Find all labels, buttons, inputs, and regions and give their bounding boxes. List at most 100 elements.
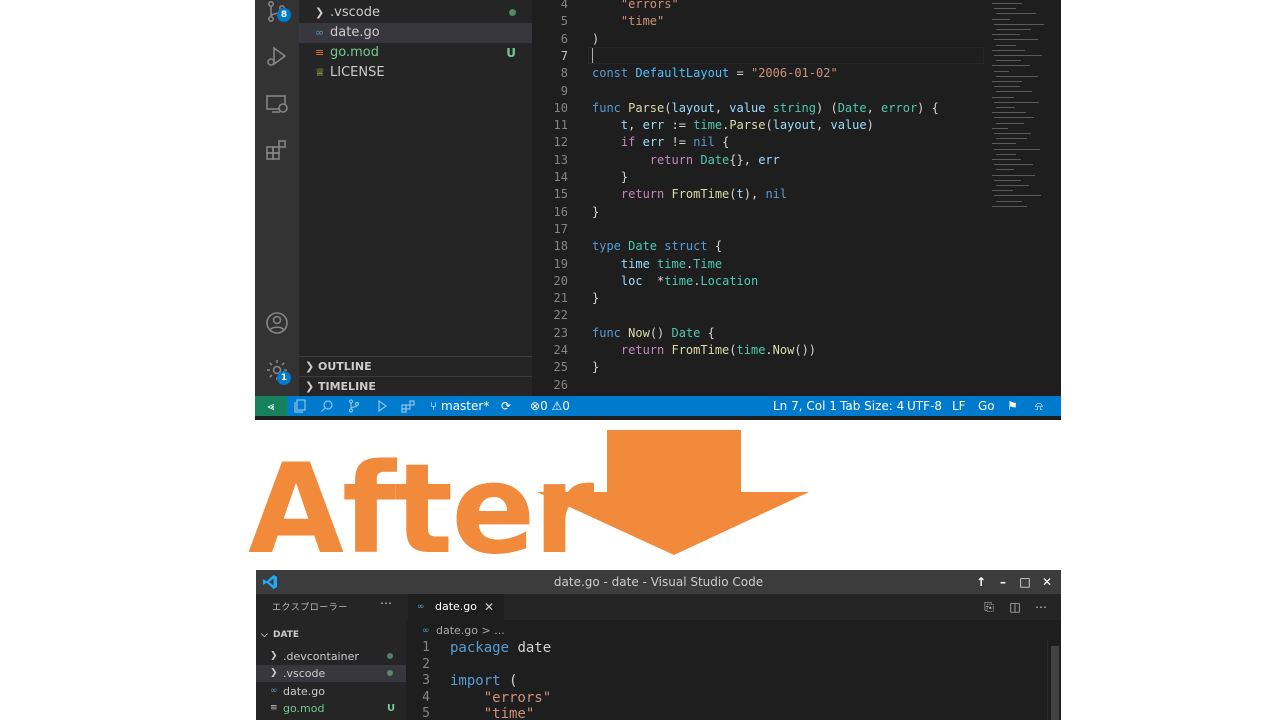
code-text: } bbox=[592, 359, 599, 376]
explorer-header: エクスプローラー bbox=[272, 603, 348, 613]
code-token: func bbox=[592, 100, 629, 115]
run-debug-icon[interactable] bbox=[265, 44, 289, 68]
code-line: 25} bbox=[532, 359, 990, 376]
minimize-button[interactable]: – bbox=[992, 570, 1014, 594]
minimap-line bbox=[992, 3, 1022, 4]
settings-badge: 1 bbox=[277, 371, 291, 385]
minimap-line bbox=[996, 169, 1014, 171]
code-text: "errors" bbox=[592, 0, 679, 13]
explorer-item[interactable]: ❯ .vscode bbox=[299, 3, 532, 23]
code-line: 15 return FromTime(t), nil bbox=[532, 186, 990, 203]
activity-bar: 8 1 bbox=[255, 0, 299, 396]
timeline-section[interactable]: ❯ TIMELINE bbox=[299, 376, 532, 397]
minimap-line bbox=[996, 44, 1016, 46]
breadcrumb[interactable]: ∞ date.go > ... bbox=[406, 622, 1061, 640]
minimap-line bbox=[994, 164, 1033, 166]
line-number: 26 bbox=[553, 377, 568, 392]
search-icon[interactable] bbox=[320, 399, 334, 413]
line-number: 14 bbox=[553, 170, 568, 184]
close-button[interactable]: ✕ bbox=[1036, 570, 1058, 594]
code-token: return bbox=[620, 187, 672, 202]
tab-label: date.go bbox=[435, 600, 478, 613]
account-icon[interactable] bbox=[265, 311, 289, 335]
line-number: 15 bbox=[553, 187, 568, 202]
line-number: 22 bbox=[553, 308, 568, 323]
scrollbar-thumb[interactable] bbox=[1051, 646, 1059, 720]
code-line: 8 const DefaultLayout = "2006-01-02" bbox=[532, 65, 990, 82]
explorer-icon[interactable] bbox=[293, 399, 307, 413]
code-text: func Parse(layout, value string) (Date, … bbox=[592, 100, 939, 117]
close-tab-icon[interactable]: ✕ bbox=[484, 594, 494, 620]
maximize-button[interactable]: □ bbox=[1014, 570, 1036, 594]
breadcrumb-text: date.go > ... bbox=[436, 624, 505, 637]
chevron-right-icon: ❯ bbox=[270, 651, 278, 661]
code-line: 9 bbox=[532, 83, 990, 100]
eol[interactable]: LF bbox=[952, 396, 966, 416]
minimap-line bbox=[992, 143, 1016, 145]
tab-bar: ∞ date.go ✕ ⎘ ◫ ⋯ bbox=[406, 594, 1061, 620]
go-file-icon: ∞ bbox=[417, 602, 425, 612]
code-text: return FromTime(t), nil bbox=[592, 186, 787, 203]
line-number: 12 bbox=[553, 135, 568, 150]
code-line: 16} bbox=[532, 204, 990, 221]
explorer-item[interactable]: ∞ date.go bbox=[256, 683, 406, 700]
problems-item[interactable]: ⊗0 ⚠0 bbox=[530, 396, 570, 416]
outline-section[interactable]: ❯ OUTLINE bbox=[299, 356, 532, 377]
folder-header[interactable]: ⌵ DATE bbox=[256, 626, 406, 644]
explorer-item[interactable]: ❯ .vscode bbox=[256, 665, 406, 683]
feedback-icon[interactable]: ⚑ bbox=[1007, 396, 1018, 416]
more-actions-icon[interactable]: ⋯ bbox=[1030, 594, 1052, 620]
code-token: time bbox=[649, 256, 686, 271]
code-line: 22 bbox=[532, 307, 990, 324]
explorer-item[interactable]: ≡ go.mod U bbox=[299, 43, 532, 63]
code-text: return FromTime(time.Now()) bbox=[592, 342, 816, 359]
split-editor-icon[interactable]: ◫ bbox=[1004, 594, 1026, 620]
vertical-scrollbar[interactable] bbox=[1047, 640, 1061, 720]
tab-size[interactable]: Tab Size: 4 bbox=[840, 396, 904, 416]
explorer-item[interactable]: ≡ go.mod U bbox=[256, 700, 406, 717]
code-token: ) { bbox=[917, 100, 939, 115]
line-number: 25 bbox=[553, 360, 568, 375]
tab-date-go[interactable]: ∞ date.go ✕ bbox=[408, 594, 504, 620]
line-number: 19 bbox=[553, 256, 568, 271]
code-token: layout bbox=[671, 100, 715, 115]
code-line: 23 func Now() Date { bbox=[532, 325, 990, 342]
minimap[interactable] bbox=[990, 0, 1061, 396]
sync-icon[interactable]: ⟳ bbox=[501, 396, 511, 416]
run-debug-icon[interactable] bbox=[374, 399, 388, 413]
code-line: 5 "time" bbox=[532, 13, 990, 30]
source-control-icon[interactable] bbox=[347, 399, 361, 413]
explorer-item-label: LICENSE bbox=[330, 65, 385, 80]
code-token: Time bbox=[693, 256, 723, 271]
code-token: err bbox=[642, 135, 665, 150]
language-mode[interactable]: Go bbox=[978, 396, 995, 416]
code-token: err bbox=[642, 118, 665, 133]
more-actions-icon[interactable]: ⋯ bbox=[380, 596, 392, 610]
code-editor[interactable]: 4 "errors" 5 "time" 6) 7 8 const DefaultLayou… bbox=[532, 0, 1061, 396]
cursor-position[interactable]: Ln 7, Col 1 bbox=[773, 396, 837, 416]
notifications-bell-icon[interactable]: ⍾ bbox=[1035, 396, 1043, 416]
code-token: time bbox=[620, 256, 650, 271]
code-token: , bbox=[866, 100, 882, 115]
code-token: () bbox=[649, 325, 672, 340]
modified-dot bbox=[509, 9, 516, 16]
outline-label: OUTLINE bbox=[318, 360, 372, 373]
layout-up-icon[interactable]: ↑ bbox=[970, 570, 992, 594]
encoding[interactable]: UTF-8 bbox=[907, 396, 942, 416]
minimap-line bbox=[996, 91, 1032, 93]
branch-item[interactable]: ⑂ master* bbox=[430, 396, 489, 416]
rss-icon: ≡ bbox=[315, 46, 325, 59]
code-text: } bbox=[592, 169, 628, 186]
code-token: "errors" bbox=[592, 0, 679, 11]
explorer-item[interactable]: ♕ LICENSE bbox=[299, 63, 532, 83]
extensions-icon[interactable] bbox=[401, 399, 415, 413]
extensions-icon[interactable] bbox=[265, 138, 289, 162]
remote-explorer-icon[interactable] bbox=[265, 92, 289, 116]
remote-indicator[interactable]: ⪡ bbox=[255, 396, 287, 416]
explorer-item[interactable]: ❯ .devcontainer bbox=[256, 648, 406, 665]
vscode-before-window: 8 1 ❯ .vscode ∞ date.go ≡ go.mod U ♕ LICENSE ❯ O… bbox=[255, 0, 1061, 420]
explorer-item[interactable]: ∞ date.go bbox=[299, 23, 532, 43]
go-file-icon: ∞ bbox=[270, 685, 278, 696]
open-changes-icon[interactable]: ⎘ bbox=[978, 594, 1000, 620]
